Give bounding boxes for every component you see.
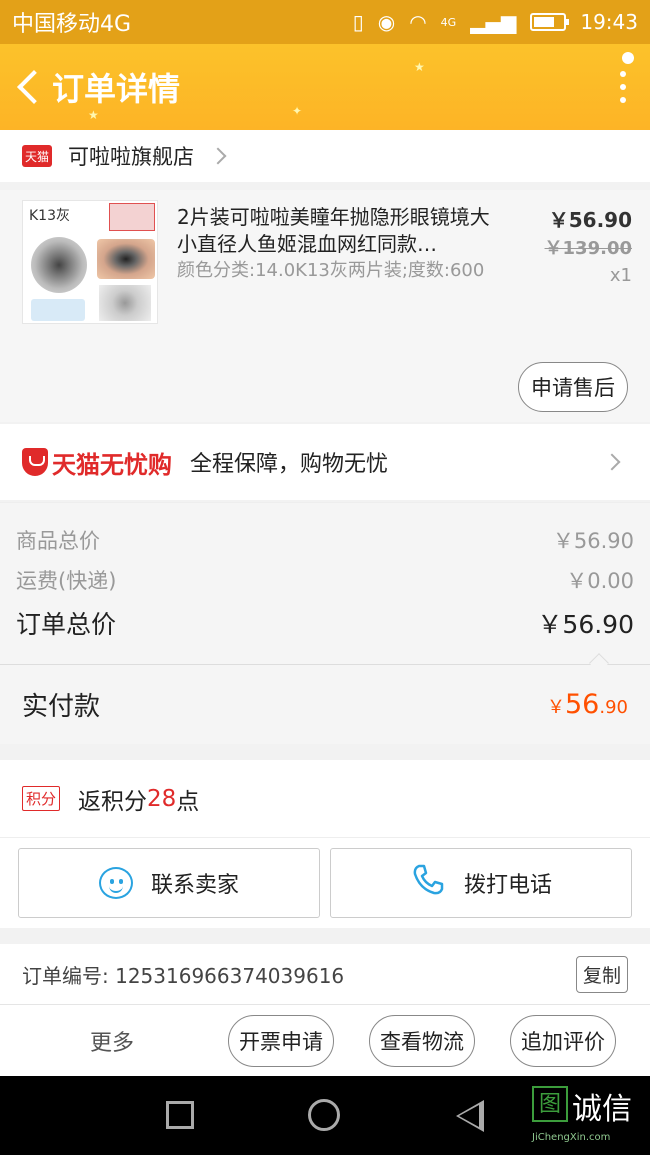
- status-bar: 中国移动4G ▯ ◉ ◠ 4G ▂▄▆ 19:43: [0, 0, 650, 44]
- paid-decimal: .90: [599, 697, 628, 718]
- notification-dot: [622, 52, 634, 64]
- watermark-text: 诚信: [572, 1092, 632, 1127]
- shipping-label: 运费(快递): [16, 569, 117, 593]
- lens-image: [31, 237, 87, 293]
- thumb-label: K13灰: [29, 208, 70, 224]
- order-number: 订单编号: 125316966374039616: [22, 963, 345, 988]
- back-arrow-icon[interactable]: [12, 67, 46, 107]
- after-sale-button[interactable]: 申请售后: [518, 362, 628, 412]
- paid-label: 实付款: [22, 692, 101, 722]
- points-row: 积分 返积分 28 点: [0, 760, 650, 838]
- paid-amount: ￥56.90: [547, 689, 628, 720]
- home-icon[interactable]: [308, 1099, 340, 1131]
- order-total-label: 订单总价: [16, 610, 117, 639]
- carrier-name: 中国移动4G: [12, 12, 132, 37]
- paid-row: 实付款 ￥56.90: [0, 664, 650, 744]
- battery-fill: [534, 17, 554, 27]
- goods-total-label: 商品总价: [16, 529, 100, 553]
- points-badge: 积分: [22, 786, 61, 811]
- shop-row[interactable]: 天猫 可啦啦旗舰店: [0, 130, 650, 182]
- product-quantity: x1: [609, 265, 632, 286]
- points-value: 28: [147, 785, 177, 812]
- sparkle-decoration: ★: [88, 108, 99, 122]
- recent-apps-icon[interactable]: [166, 1101, 194, 1129]
- product-item[interactable]: K13灰 2片装可啦啦美瞳年抛隐形眼镜境大小直径人鱼姬混血网红同款… 颜色分类:…: [0, 190, 650, 422]
- contact-seller-label: 联系卖家: [150, 873, 239, 898]
- order-number-row: 订单编号: 125316966374039616 复制: [0, 944, 650, 1004]
- phone-icon: [410, 862, 446, 904]
- sparkle-decoration: ✦: [292, 104, 303, 118]
- invoice-button[interactable]: 开票申请: [228, 1015, 334, 1067]
- original-price: ￥139.00: [544, 238, 632, 259]
- product-thumbnail[interactable]: K13灰: [22, 200, 158, 324]
- page-title: 订单详情: [52, 70, 181, 108]
- call-phone-button[interactable]: 拨打电话: [330, 848, 632, 918]
- watermark: 图 诚信 JiChengXin.com: [528, 1082, 646, 1148]
- goods-total-value: ￥56.90: [552, 529, 634, 553]
- call-phone-label: 拨打电话: [463, 873, 552, 898]
- wifi-icon: ◠: [409, 10, 427, 34]
- shipping-value: ￥0.00: [566, 569, 634, 593]
- product-spec: 颜色分类:14.0K13灰两片装;度数:600: [177, 260, 485, 281]
- shield-icon: [22, 448, 48, 476]
- watermark-logo: 图: [532, 1086, 568, 1122]
- chevron-right-icon: [209, 147, 227, 165]
- order-total-row: 订单总价 ￥56.90: [16, 605, 634, 641]
- copy-button[interactable]: 复制: [575, 955, 628, 993]
- chevron-right-icon: [603, 453, 621, 471]
- system-back-icon[interactable]: [456, 1100, 484, 1132]
- header-bar: 订单详情 ★ ★ ✦: [0, 44, 650, 130]
- review-button[interactable]: 追加评价: [510, 1015, 616, 1067]
- points-suffix: 点: [176, 788, 200, 815]
- guarantee-row[interactable]: 天猫无忧购 全程保障，购物无忧: [0, 424, 650, 500]
- shipping-row: 运费(快递) ￥0.00: [16, 565, 634, 595]
- shop-name: 可啦啦旗舰店: [68, 145, 194, 169]
- pack-badge: [31, 299, 85, 321]
- contact-section: 联系卖家 拨打电话: [0, 838, 650, 928]
- price-summary: 商品总价 ￥56.90 运费(快递) ￥0.00 订单总价 ￥56.90: [0, 502, 650, 664]
- thumb-tag: [109, 203, 155, 231]
- signal-icon: ▂▄▆: [470, 10, 517, 34]
- contact-seller-button[interactable]: 联系卖家: [18, 848, 320, 918]
- paid-integer: 56: [565, 689, 600, 720]
- watermark-url: JiChengXin.com: [532, 1132, 611, 1143]
- logistics-button[interactable]: 查看物流: [369, 1015, 475, 1067]
- guarantee-brand: 天猫无忧购: [52, 450, 172, 479]
- tmall-badge: 天猫: [22, 145, 52, 167]
- network-type: 4G: [440, 15, 457, 29]
- chat-smile-icon: [98, 867, 133, 899]
- paid-currency: ￥: [547, 697, 565, 718]
- more-menu-icon[interactable]: [608, 67, 638, 107]
- bottom-action-bar: 更多 开票申请 查看物流 追加评价: [0, 1004, 650, 1076]
- order-total-value: ￥56.90: [537, 610, 634, 639]
- product-price: ￥56.90: [548, 208, 632, 232]
- more-button[interactable]: 更多: [90, 1025, 134, 1057]
- sparkle-decoration: ★: [414, 60, 425, 74]
- product-title: 2片装可啦啦美瞳年抛隐形眼镜境大小直径人鱼姬混血网红同款…: [177, 205, 490, 256]
- status-icons: ▯ ◉ ◠ 4G ▂▄▆ 19:43: [353, 10, 638, 34]
- lens-image: [99, 285, 151, 321]
- vibrate-icon: ▯: [352, 10, 364, 34]
- clock: 19:43: [580, 10, 638, 34]
- eye-image: [97, 239, 155, 279]
- goods-total-row: 商品总价 ￥56.90: [16, 525, 634, 555]
- points-prefix: 返积分: [78, 788, 148, 815]
- eye-icon: ◉: [377, 10, 396, 34]
- guarantee-text: 全程保障，购物无忧: [190, 452, 389, 477]
- battery-icon: [530, 13, 570, 31]
